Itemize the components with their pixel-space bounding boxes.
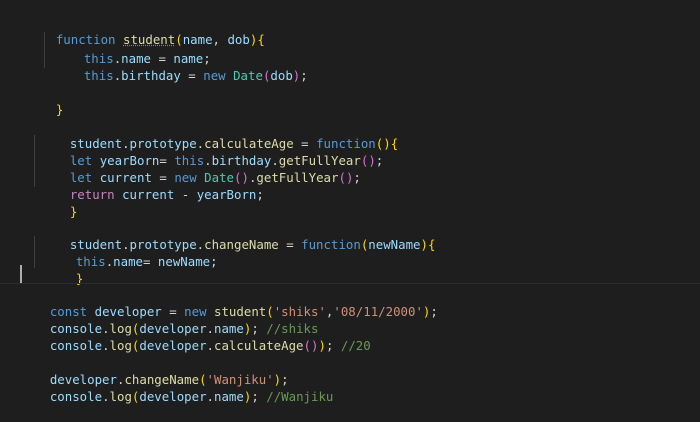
object: console [49,338,103,353]
semicolon: ; [430,304,438,319]
comment: //Wanjiku [266,389,334,404]
variable: current [122,187,175,202]
object: console [49,389,103,404]
code-line-13: student.prototype.changeName = function(… [40,219,436,252]
param: dob [227,32,250,47]
code-line-2: this.name = name; [54,33,211,66]
code-line-7: student.prototype.calculateAge = functio… [40,118,398,151]
dot: . [102,389,110,404]
code-line-10: return current - yearBorn; [40,169,264,202]
brace: { [390,136,399,151]
semicolon: ; [353,170,361,185]
variable: dob [270,68,293,83]
variable: yearBorn [196,187,257,202]
code-line-14: this.name= newName; [46,236,218,269]
code-line-18: console.log(developer.name); //shiks [20,303,319,336]
code-line-3: this.birthday = new Date(dob); [54,50,308,83]
method-name: log [109,338,132,353]
code-line-9: let current = new Date().getFullYear(); [40,152,361,185]
code-line-17: const developer = new student('shiks','0… [20,286,438,319]
variable: developer [139,338,207,353]
code-line-8: let yearBorn= this.birthday.getFullYear(… [40,135,383,168]
code-line-15: } [46,253,83,286]
dot: . [102,338,110,353]
paren: ) [383,136,391,151]
paren: ( [303,338,311,353]
paren: ) [368,153,376,168]
code-line-5: } [26,84,63,117]
code-editor[interactable]: function student(name, dob){ this.name =… [0,0,700,414]
brace: { [257,32,265,47]
semicolon: ; [256,187,264,202]
dot: . [206,338,214,353]
semicolon: ; [325,338,341,353]
method-name: log [109,389,132,404]
dot: . [206,389,214,404]
paren: ) [318,338,326,353]
code-line-19: console.log(developer.calculateAge()); /… [20,320,371,353]
operator: = [180,68,204,83]
indent-guide [34,236,35,268]
variable: newName [157,254,211,269]
keyword: function [301,237,361,252]
class-name: Date [233,68,263,83]
semicolon: ; [375,153,384,168]
brace: { [427,237,436,252]
brace: } [69,204,78,219]
string: '08/11/2000' [333,304,423,319]
keyword: this [83,68,114,83]
operator: - [174,187,197,202]
code-line-21: developer.changeName('Wanjiku'); [20,354,289,387]
semicolon: ; [300,68,308,83]
code-line-22: console.log(developer.name); //Wanjiku [20,371,334,404]
comment: //20 [340,338,371,353]
indent-guide [34,135,35,187]
semicolon: ; [210,254,218,269]
operator: = [143,254,158,269]
method-name: getFullYear [256,170,339,185]
code-line-11: } [40,186,77,219]
semicolon: ; [251,389,267,404]
paren: ) [420,237,428,252]
operator: = [278,237,302,252]
current-line-highlight [0,283,700,284]
property: name [214,389,244,404]
comma: , [212,32,228,47]
variable: developer [139,389,207,404]
paren: ( [338,170,346,185]
method-name: calculateAge [214,338,304,353]
property: name [113,254,143,269]
property: birthday [121,68,181,83]
brace: } [55,102,64,117]
keyword: new [203,68,226,83]
param: newName [368,237,421,252]
text-cursor [20,265,22,283]
code-line-1: function student(name, dob){ [26,14,265,47]
